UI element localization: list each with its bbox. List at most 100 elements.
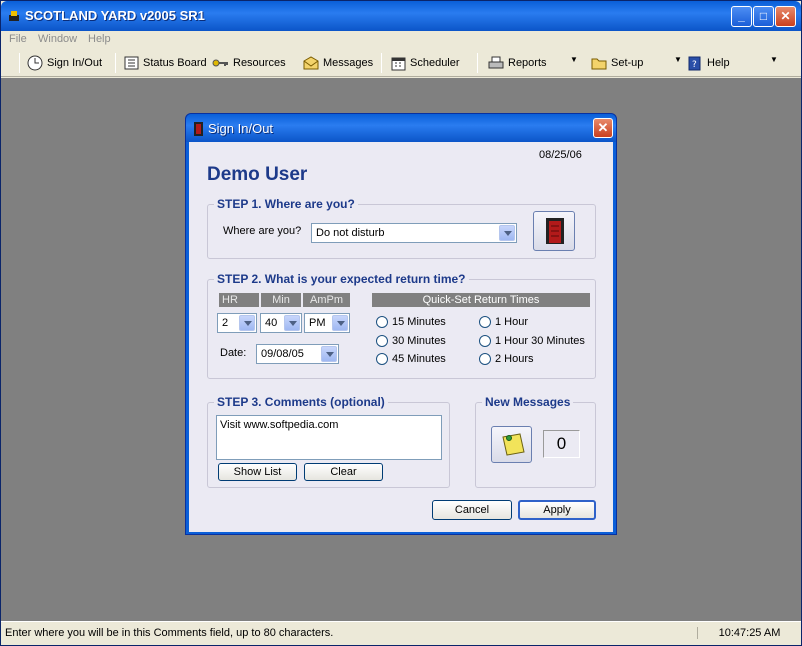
dialog-close-button[interactable]: ✕	[593, 118, 613, 138]
user-name: Demo User	[207, 164, 308, 185]
quick-30-minutes[interactable]: 30 Minutes	[376, 335, 446, 347]
date-label: Date:	[220, 347, 247, 359]
radio-button[interactable]	[376, 335, 388, 347]
location-label: Where are you?	[223, 225, 302, 237]
cancel-button[interactable]: Cancel	[432, 500, 512, 520]
comments-textarea[interactable]: Visit www.softpedia.com	[216, 415, 442, 460]
date-picker[interactable]: 09/08/05	[256, 344, 339, 364]
status-message: Enter where you will be in this Comments…	[5, 627, 334, 639]
scheduler-tool-label: Scheduler	[410, 57, 460, 69]
close-button[interactable]: ✕	[775, 6, 796, 27]
minute-value: 40	[265, 317, 278, 329]
door-status-button[interactable]	[533, 211, 575, 251]
radio-button[interactable]	[479, 335, 491, 347]
svg-text:?: ?	[692, 60, 697, 70]
toolbar-separator	[477, 53, 478, 73]
signin-dialog: Sign In/Out ✕ 08/25/06 Demo User STEP 1.…	[185, 113, 617, 535]
calendar-icon	[391, 57, 406, 70]
menu-file[interactable]: File	[9, 33, 27, 45]
scheduler-tool-button[interactable]: Scheduler	[391, 54, 460, 72]
step1-group: STEP 1. Where are you? Where are you? Do…	[207, 197, 596, 259]
date-value: 09/08/05	[261, 348, 304, 360]
menu-window[interactable]: Window	[38, 33, 77, 45]
chevron-down-icon[interactable]	[321, 346, 337, 362]
location-select[interactable]: Do not disturb	[311, 223, 517, 243]
status-clock: 10:47:25 AM	[697, 627, 797, 639]
reports-tool-label: Reports	[508, 57, 547, 69]
apply-button[interactable]: Apply	[518, 500, 596, 520]
clear-button[interactable]: Clear	[304, 463, 383, 481]
chevron-down-icon[interactable]	[332, 315, 348, 331]
maximize-button[interactable]: □	[753, 6, 774, 27]
dialog-body: 08/25/06 Demo User STEP 1. Where are you…	[189, 142, 613, 532]
setup-dropdown-icon[interactable]: ▼	[674, 55, 682, 64]
app-icon	[9, 11, 19, 21]
status-board-tool-label: Status Board	[143, 57, 207, 69]
board-icon	[124, 56, 139, 70]
dialog-title: Sign In/Out	[208, 121, 274, 136]
toolbar-separator	[381, 53, 382, 73]
minimize-button[interactable]: _	[731, 6, 752, 27]
app-window: SCOTLAND YARD v2005 SR1 _ □ ✕ File Windo…	[0, 0, 802, 646]
help-book-icon: ?	[688, 56, 701, 70]
quick-1-hour-30[interactable]: 1 Hour 30 Minutes	[479, 335, 585, 347]
help-tool-button[interactable]: ? Help	[687, 54, 730, 72]
envelope-icon	[303, 56, 319, 70]
help-tool-label: Help	[707, 57, 730, 69]
reports-dropdown-icon[interactable]: ▼	[570, 55, 578, 64]
step3-title: STEP 3. Comments (optional)	[214, 395, 388, 409]
dialog-date: 08/25/06	[539, 149, 582, 161]
quick-15-minutes[interactable]: 15 Minutes	[376, 316, 446, 328]
reports-tool-button[interactable]: Reports	[488, 54, 547, 72]
quickset-header: Quick-Set Return Times	[372, 293, 590, 307]
quick-1h30-label: 1 Hour 30 Minutes	[495, 335, 585, 347]
title-bar[interactable]: SCOTLAND YARD v2005 SR1 _ □ ✕	[1, 1, 801, 31]
chevron-down-icon[interactable]	[239, 315, 255, 331]
setup-tool-button[interactable]: Set-up	[591, 54, 643, 72]
toolbar-separator	[19, 53, 20, 73]
door-icon	[546, 218, 564, 244]
hour-header: HR	[219, 293, 259, 307]
radio-button[interactable]	[376, 316, 388, 328]
quick-2h-label: 2 Hours	[495, 353, 534, 365]
clock-icon	[27, 55, 43, 71]
messages-tool-label: Messages	[323, 57, 374, 69]
setup-tool-label: Set-up	[611, 57, 644, 69]
signin-tool-label: Sign In/Out	[47, 57, 103, 69]
hour-value: 2	[222, 317, 229, 329]
status-board-tool-button[interactable]: Status Board	[124, 54, 207, 72]
radio-button[interactable]	[376, 353, 388, 365]
status-bar: Enter where you will be in this Comments…	[1, 621, 801, 645]
resources-tool-button[interactable]: Resources	[212, 54, 286, 72]
chevron-down-icon[interactable]	[499, 225, 515, 241]
minute-select[interactable]: 40	[260, 313, 302, 333]
radio-button[interactable]	[479, 353, 491, 365]
messages-tool-button[interactable]: Messages	[303, 54, 373, 72]
folder-icon	[591, 58, 607, 69]
menu-help[interactable]: Help	[88, 33, 111, 45]
ampm-select[interactable]: PM	[304, 313, 350, 333]
door-icon	[194, 122, 203, 136]
quick-45-minutes[interactable]: 45 Minutes	[376, 353, 446, 365]
show-list-button[interactable]: Show List	[218, 463, 297, 481]
app-title: SCOTLAND YARD v2005 SR1	[25, 8, 205, 23]
chevron-down-icon[interactable]	[284, 315, 300, 331]
radio-button[interactable]	[479, 316, 491, 328]
signin-tool-button[interactable]: Sign In/Out	[27, 54, 102, 72]
help-dropdown-icon[interactable]: ▼	[770, 55, 778, 64]
quick-2-hours[interactable]: 2 Hours	[479, 353, 534, 365]
step1-title: STEP 1. Where are you?	[214, 197, 358, 211]
quick-1-hour[interactable]: 1 Hour	[479, 316, 528, 328]
hour-select[interactable]: 2	[217, 313, 257, 333]
ampm-header: AmPm	[303, 293, 350, 307]
new-messages-count: 0	[543, 430, 580, 458]
new-messages-title: New Messages	[482, 395, 574, 409]
quick-15-label: 15 Minutes	[392, 316, 446, 328]
quick-45-label: 45 Minutes	[392, 353, 446, 365]
step2-title: STEP 2. What is your expected return tim…	[214, 272, 469, 286]
new-messages-group: New Messages 0	[475, 395, 596, 488]
dialog-title-bar[interactable]: Sign In/Out ✕	[186, 114, 616, 142]
toolbar-separator	[115, 53, 116, 73]
key-icon	[212, 59, 228, 67]
new-messages-button[interactable]	[491, 426, 532, 463]
